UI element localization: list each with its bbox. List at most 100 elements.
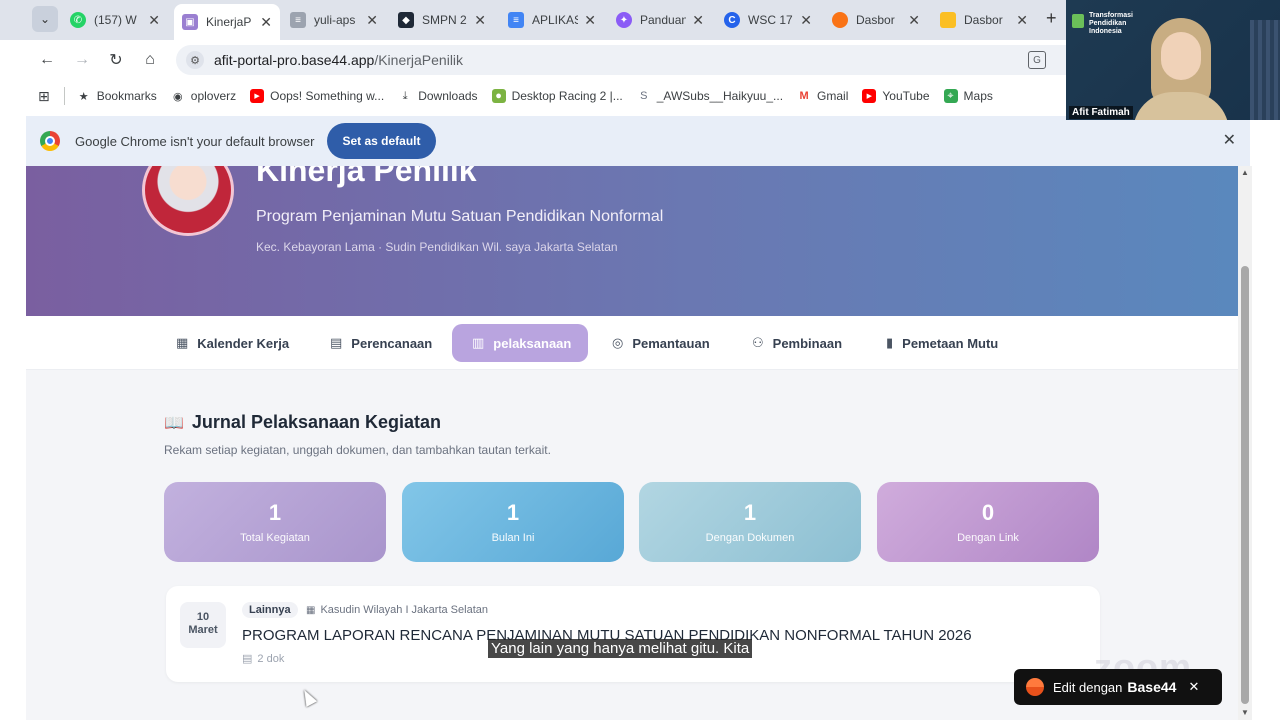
bookmark-gmail[interactable]: M Gmail	[797, 89, 848, 103]
nav-label: Pemetaan Mutu	[902, 335, 999, 351]
stat-card-dengan-link: 0 Dengan Link	[877, 482, 1099, 562]
category-tag: Lainnya	[242, 602, 298, 618]
tab-title: Dasbor	[964, 13, 1003, 27]
address-bar[interactable]: ⚙ afit-portal-pro.base44.app/KinerjaPeni…	[176, 45, 1066, 75]
forward-button[interactable]: →	[70, 48, 94, 72]
set-as-default-button[interactable]: Set as default	[327, 123, 436, 159]
shield-icon: ◆	[398, 12, 414, 28]
translate-icon[interactable]: G	[1028, 51, 1046, 69]
back-button[interactable]: ←	[35, 48, 59, 72]
new-tab-button[interactable]: +	[1046, 8, 1057, 29]
tab-kalender-kerja[interactable]: ▦ Kalender Kerja	[164, 324, 301, 362]
stat-value: 1	[268, 500, 282, 525]
close-tab-icon[interactable]: ✕	[260, 14, 272, 31]
default-browser-infobar: Google Chrome isn't your default browser…	[26, 116, 1250, 166]
tab-wsc[interactable]: C WSC 17 ✕	[716, 6, 820, 34]
reload-button[interactable]: ↻	[104, 48, 128, 72]
globe-icon: ◉	[172, 90, 183, 103]
tab-pelaksanaan[interactable]: ▥ pelaksanaan	[452, 324, 588, 362]
infobar-message: Google Chrome isn't your default browser	[75, 133, 315, 149]
page-subtitle: Program Penjaminan Mutu Satuan Pendidika…	[256, 208, 664, 225]
maps-icon: ⌖	[943, 89, 958, 103]
tab-dasbor-2[interactable]: Dasbor ✕	[932, 6, 1036, 34]
close-icon[interactable]: ✕	[1188, 679, 1199, 695]
nav-label: pelaksanaan	[493, 335, 572, 351]
file-icon: ▤	[242, 653, 253, 665]
tab-perencanaan[interactable]: ▤ Perencanaan	[318, 324, 444, 362]
close-tab-icon[interactable]: ✕	[1016, 12, 1028, 29]
entry-docs: ▤ 2 dok	[242, 652, 285, 666]
stat-card-total-kegiatan: 1 Total Kegiatan	[164, 482, 386, 562]
tab-aplikasi[interactable]: ≡ APLIKAS ✕	[500, 6, 604, 34]
tab-yuli[interactable]: ≡ yuli-aps ✕	[282, 6, 386, 34]
section-description: Rekam setiap kegiatan, unggah dokumen, d…	[164, 443, 551, 457]
edit-with-base44-badge[interactable]: Edit dengan Base44 ✕	[1014, 669, 1222, 705]
bookmark-label: Oops! Something w...	[270, 89, 385, 103]
bookmark-downloads[interactable]: ⤓ Downloads	[398, 89, 478, 103]
section-heading: 📖 Jurnal Pelaksanaan Kegiatan	[164, 412, 441, 433]
bookmark-oploverz[interactable]: ◉ oploverz	[171, 89, 236, 103]
close-tab-icon[interactable]: ✕	[366, 12, 378, 29]
s-icon: S	[640, 90, 648, 102]
close-tab-icon[interactable]: ✕	[692, 12, 704, 29]
scrollbar-thumb[interactable]	[1241, 266, 1249, 704]
bookmark-label: oploverz	[190, 89, 237, 103]
url-text[interactable]: afit-portal-pro.base44.app/KinerjaPenili…	[214, 52, 463, 68]
close-tab-icon[interactable]: ✕	[148, 12, 160, 29]
document-icon: ▤	[330, 335, 343, 350]
bookmarks-bar: ⊞ ★ Bookmarks ◉ oploverz ▶ Oops! Something …	[0, 80, 1066, 112]
tab-kinerja[interactable]: ▣ KinerjaP ✕	[174, 4, 280, 40]
page-title: Kinerja Penilik	[256, 166, 477, 188]
close-tab-icon[interactable]: ✕	[584, 12, 596, 29]
close-tab-icon[interactable]: ✕	[800, 12, 812, 29]
bookmark-oops[interactable]: ▶ Oops! Something w...	[250, 89, 384, 103]
tab-smpn[interactable]: ◆ SMPN 2 ✕	[390, 6, 494, 34]
apps-grid-icon[interactable]: ⊞	[38, 88, 50, 105]
site-info-icon[interactable]: ⚙	[186, 51, 204, 69]
close-tab-icon[interactable]: ✕	[908, 12, 920, 29]
tab-whatsapp[interactable]: ✆ (157) W ✕	[62, 6, 168, 34]
users-icon: ⚇	[752, 335, 764, 350]
entry-date: 10 Maret	[180, 602, 226, 648]
tab-panduan[interactable]: ✦ Panduan ✕	[608, 6, 712, 34]
stat-label: Total Kegiatan	[240, 532, 310, 544]
close-tab-icon[interactable]: ✕	[474, 12, 486, 29]
youtube-icon: ▶	[250, 89, 265, 103]
bookmark-bookmarks[interactable]: ★ Bookmarks	[77, 89, 157, 103]
bookmark-maps[interactable]: ⌖ Maps	[943, 89, 993, 103]
stat-label: Dengan Dokumen	[705, 532, 795, 544]
bookmark-label: YouTube	[882, 89, 930, 103]
participant-name: Afit Fatimah	[1069, 106, 1133, 119]
eye-icon: ◎	[612, 335, 624, 350]
bookmarks-divider	[63, 87, 65, 105]
url-path: /KinerjaPenilik	[374, 52, 464, 68]
section-title-text: Jurnal Pelaksanaan Kegiatan	[191, 412, 442, 432]
tab-search-button[interactable]: ⌄	[32, 6, 58, 32]
book-open-icon: 📖	[164, 414, 184, 432]
tab-dasbor-1[interactable]: Dasbor ✕	[824, 6, 928, 34]
home-button[interactable]: ⌂	[138, 48, 162, 72]
participant-body	[1133, 92, 1229, 120]
building-icon: ▦	[306, 604, 316, 616]
doc-icon: ≡	[290, 12, 306, 28]
close-icon[interactable]: ✕	[1223, 130, 1236, 150]
page-scrollbar[interactable]: ▲ ▼	[1238, 166, 1252, 720]
tab-title: Dasbor	[856, 13, 895, 27]
tab-title: APLIKAS	[532, 13, 579, 27]
nav-label: Pembinaan	[772, 335, 843, 351]
tab-title: yuli-aps	[314, 13, 356, 27]
c-icon: C	[724, 12, 740, 28]
bookmark-youtube[interactable]: ▶ YouTube	[862, 89, 930, 103]
tab-pemantauan[interactable]: ◎ Pemantauan	[600, 324, 722, 362]
bar-chart-icon: ▮	[886, 335, 894, 350]
scroll-up-icon[interactable]: ▲	[1241, 168, 1249, 177]
bookmark-desktop-racing[interactable]: ● Desktop Racing 2 |...	[491, 89, 623, 103]
logo-mark-icon	[1072, 14, 1084, 28]
entry-docs-text: 2 dok	[257, 652, 285, 665]
tab-pemetaan-mutu[interactable]: ▮ Pemetaan Mutu	[874, 324, 1010, 362]
location-text: Kec. Kebayoran Lama · Sudin Pendidikan W…	[256, 240, 618, 254]
bookmark-awsubs[interactable]: S _AWSubs__Haikyuu_...	[637, 89, 783, 103]
journal-entry[interactable]: 10 Maret Lainnya ▦ Kasudin Wilayah I Jaka…	[166, 586, 1100, 682]
tab-pembinaan[interactable]: ⚇ Pembinaan	[740, 324, 854, 362]
scroll-down-icon[interactable]: ▼	[1241, 708, 1249, 717]
